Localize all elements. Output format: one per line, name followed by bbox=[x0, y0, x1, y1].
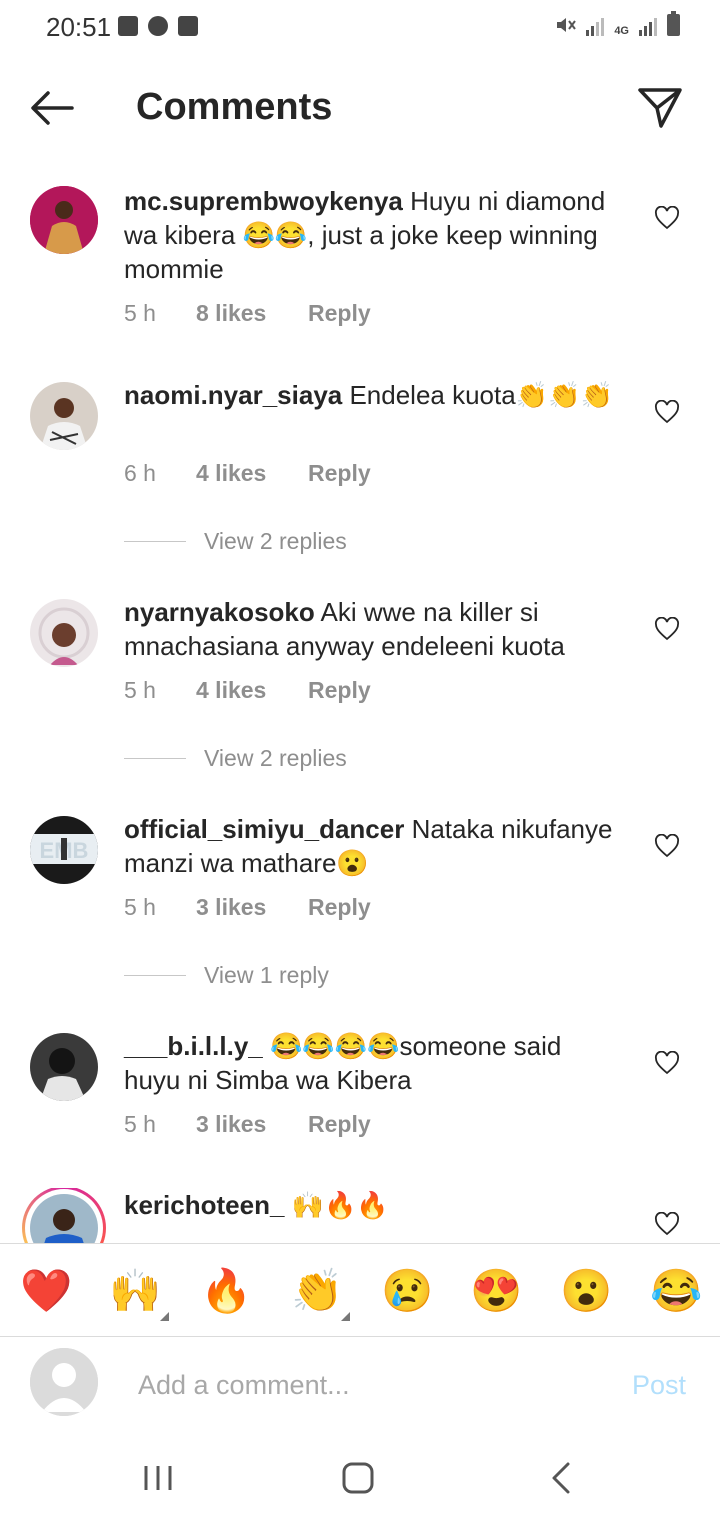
reply-button[interactable]: Reply bbox=[308, 460, 371, 487]
reply-button[interactable]: Reply bbox=[308, 677, 371, 704]
emoji-clap-button[interactable]: 👏 bbox=[291, 1266, 343, 1316]
system-nav-bar bbox=[0, 1436, 720, 1520]
comment-username[interactable]: mc.suprembwoykenya bbox=[124, 186, 403, 216]
comment-likes[interactable]: 4 likes bbox=[196, 460, 308, 487]
home-icon bbox=[342, 1462, 374, 1494]
comment-username[interactable]: official_simiyu_dancer bbox=[124, 814, 404, 844]
view-replies-label: View 2 replies bbox=[204, 528, 347, 554]
check-notification-icon bbox=[178, 16, 198, 36]
view-replies-button[interactable]: View 2 replies bbox=[124, 745, 347, 772]
avatar-image bbox=[30, 1194, 98, 1243]
avatar[interactable] bbox=[30, 382, 98, 450]
back-button[interactable] bbox=[28, 88, 76, 128]
emoji-variants-indicator bbox=[341, 1312, 350, 1321]
emoji-surprised-button[interactable]: 😮 bbox=[560, 1266, 612, 1316]
view-replies-label: View 1 reply bbox=[204, 962, 329, 988]
gallery-notification-icon bbox=[118, 16, 138, 36]
avatar-image bbox=[30, 1033, 98, 1101]
signal-icon-2 bbox=[639, 18, 657, 36]
reply-button[interactable]: Reply bbox=[308, 300, 371, 327]
arrow-left-icon bbox=[31, 91, 74, 125]
comment-likes[interactable]: 3 likes bbox=[196, 894, 308, 921]
system-back-button[interactable] bbox=[540, 1458, 584, 1498]
avatar[interactable] bbox=[30, 186, 98, 254]
emoji-heart-eyes-button[interactable]: 😍 bbox=[470, 1266, 522, 1316]
emoji-fire-button[interactable]: 🔥 bbox=[200, 1266, 252, 1316]
nav-back-icon bbox=[552, 1462, 570, 1494]
comment-input[interactable] bbox=[136, 1366, 600, 1404]
divider bbox=[124, 758, 186, 759]
comment-text: Endelea kuota👏👏👏 bbox=[342, 380, 613, 410]
view-replies-button[interactable]: View 2 replies bbox=[124, 528, 347, 555]
header: Comments bbox=[0, 60, 720, 160]
heart-outline-icon[interactable] bbox=[654, 1212, 680, 1236]
mute-icon bbox=[557, 18, 577, 32]
paper-plane-icon bbox=[638, 88, 682, 128]
comment-text: 🙌🔥🔥 bbox=[284, 1190, 389, 1220]
avatar-image bbox=[30, 382, 98, 450]
home-button[interactable] bbox=[336, 1458, 380, 1498]
recent-apps-button[interactable] bbox=[136, 1458, 180, 1498]
comment-time: 5 h bbox=[124, 894, 156, 920]
emoji-raised-hands-button[interactable]: 🙌 bbox=[109, 1266, 161, 1316]
emoji-crying-button[interactable]: 😢 bbox=[381, 1266, 433, 1316]
default-avatar-icon bbox=[30, 1348, 98, 1416]
avatar-image bbox=[30, 186, 98, 254]
comment-username[interactable]: nyarnyakosoko bbox=[124, 597, 315, 627]
emoji-quick-bar: ❤️ 🙌 🔥 👏 😢 😍 😮 😂 bbox=[0, 1243, 720, 1337]
heart-outline-icon[interactable] bbox=[654, 400, 680, 424]
view-replies-label: View 2 replies bbox=[204, 745, 347, 771]
signal-icon bbox=[586, 18, 605, 36]
comment-username[interactable]: naomi.nyar_siaya bbox=[124, 380, 342, 410]
comment-time: 5 h bbox=[124, 677, 156, 703]
avatar[interactable] bbox=[30, 1033, 98, 1101]
user-avatar bbox=[30, 1348, 98, 1416]
reply-button[interactable]: Reply bbox=[308, 1111, 371, 1138]
comment-time: 6 h bbox=[124, 460, 156, 486]
heart-outline-icon[interactable] bbox=[654, 617, 680, 641]
comment-composer: Post bbox=[0, 1336, 720, 1436]
comment-username[interactable]: kerichoteen_ bbox=[124, 1190, 284, 1220]
comment-time: 5 h bbox=[124, 300, 156, 326]
reply-button[interactable]: Reply bbox=[308, 894, 371, 921]
comment-username[interactable]: ___b.i.l.l.y_ bbox=[124, 1031, 263, 1061]
comment-time: 5 h bbox=[124, 1111, 156, 1137]
status-bar: 20:51 4G bbox=[0, 0, 720, 56]
emoji-laughing-button[interactable]: 😂 bbox=[650, 1266, 702, 1316]
network-type: 4G bbox=[614, 25, 629, 37]
app-notification-icon bbox=[148, 16, 168, 36]
avatar[interactable] bbox=[30, 599, 98, 667]
page-title: Comments bbox=[136, 86, 333, 128]
heart-outline-icon[interactable] bbox=[654, 1051, 680, 1075]
avatar-story-ring[interactable] bbox=[22, 1188, 106, 1243]
heart-outline-icon[interactable] bbox=[654, 206, 680, 230]
view-replies-button[interactable]: View 1 reply bbox=[124, 962, 329, 989]
recent-apps-icon bbox=[144, 1466, 172, 1490]
battery-icon bbox=[667, 11, 680, 36]
avatar-image: EMB bbox=[30, 816, 98, 884]
avatar[interactable]: EMB bbox=[30, 816, 98, 884]
comment-item: kerichoteen_ 🙌🔥🔥 bbox=[0, 1188, 720, 1243]
emoji-heart-button[interactable]: ❤️ bbox=[20, 1266, 72, 1316]
comment-likes[interactable]: 4 likes bbox=[196, 677, 308, 704]
comment-likes[interactable]: 3 likes bbox=[196, 1111, 308, 1138]
emoji-variants-indicator bbox=[160, 1312, 169, 1321]
status-time: 20:51 bbox=[46, 12, 112, 42]
comment-likes[interactable]: 8 likes bbox=[196, 300, 308, 327]
heart-outline-icon[interactable] bbox=[654, 834, 680, 858]
avatar-image bbox=[30, 599, 98, 667]
post-button[interactable]: Post bbox=[632, 1370, 686, 1401]
divider bbox=[124, 975, 186, 976]
divider bbox=[124, 541, 186, 542]
share-button[interactable] bbox=[636, 84, 684, 132]
